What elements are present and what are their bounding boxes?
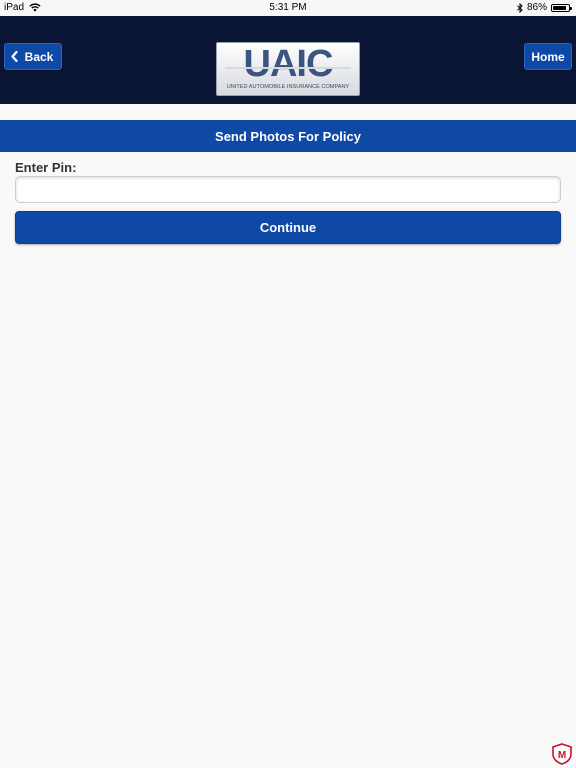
uaic-logo: UAIC UNITED AUTOMOBILE INSURANCE COMPANY bbox=[216, 42, 360, 96]
status-right: 86% bbox=[517, 2, 572, 13]
security-shield-icon[interactable]: M bbox=[551, 743, 573, 765]
home-label: Home bbox=[531, 49, 565, 64]
status-bar: iPad 5:31 PM 86% bbox=[0, 0, 576, 16]
logo-mark: UAIC bbox=[217, 45, 359, 83]
page-title: Send Photos For Policy bbox=[215, 128, 361, 144]
battery-percent: 86% bbox=[526, 2, 547, 13]
battery-icon bbox=[551, 3, 572, 12]
badge-letter: M bbox=[558, 750, 566, 761]
continue-label: Continue bbox=[259, 220, 317, 235]
pin-input[interactable] bbox=[15, 176, 561, 203]
chevron-left-icon bbox=[11, 51, 18, 62]
continue-button[interactable]: Continue bbox=[15, 211, 561, 244]
logo-text: UAIC bbox=[243, 43, 334, 85]
status-time: 5:31 PM bbox=[269, 2, 307, 13]
bluetooth-icon bbox=[517, 2, 523, 13]
app-header: Back UAIC UNITED AUTOMOBILE INSURANCE CO… bbox=[0, 16, 576, 104]
home-button[interactable]: Home bbox=[524, 43, 572, 70]
pin-label: Enter Pin: bbox=[15, 160, 77, 175]
logo-stripe bbox=[225, 67, 351, 69]
battery-level-fill bbox=[553, 5, 566, 10]
back-button[interactable]: Back bbox=[4, 43, 62, 70]
back-label: Back bbox=[24, 49, 54, 64]
page-title-bar: Send Photos For Policy bbox=[0, 120, 576, 152]
